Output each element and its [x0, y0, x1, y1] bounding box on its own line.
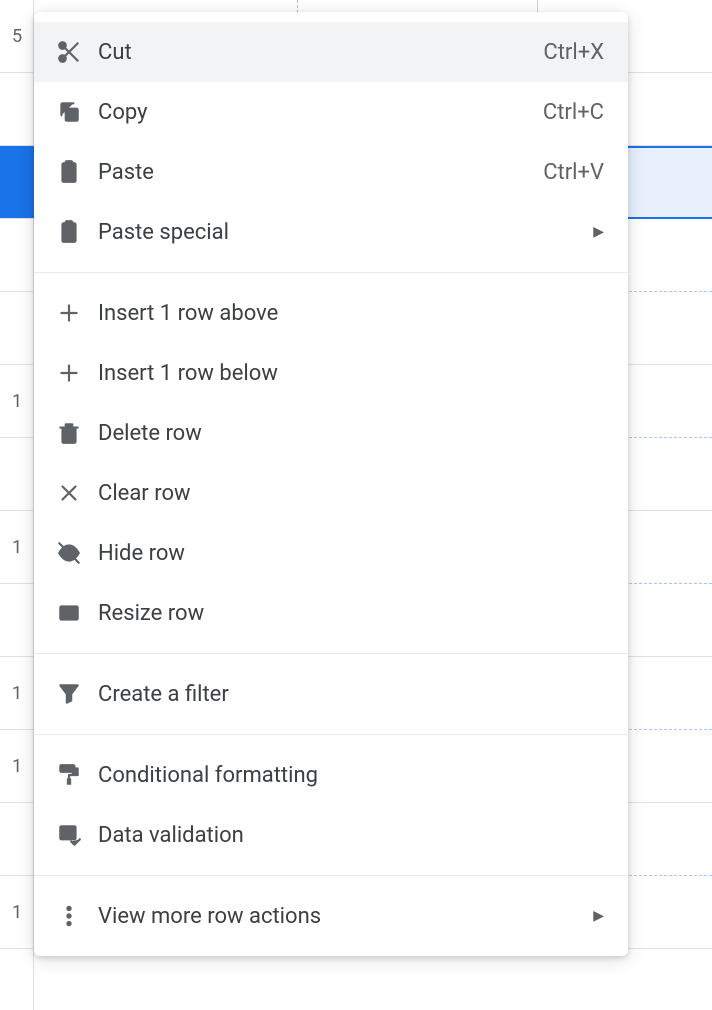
menu-item-label: Conditional formatting [98, 763, 604, 788]
menu-separator [34, 875, 628, 876]
row-header[interactable] [0, 219, 34, 292]
menu-item-clear-row[interactable]: Clear row [34, 463, 628, 523]
menu-item-conditional-formatting[interactable]: Conditional formatting [34, 745, 628, 805]
row-header[interactable]: 1 [0, 511, 34, 584]
menu-item-label: Data validation [98, 823, 604, 848]
menu-item-shortcut: Ctrl+V [543, 160, 604, 185]
menu-separator [34, 734, 628, 735]
row-header-column: 511111 [0, 0, 34, 1010]
filter-icon [56, 681, 98, 707]
menu-item-label: Insert 1 row above [98, 301, 604, 326]
menu-item-insert-above[interactable]: Insert 1 row above [34, 283, 628, 343]
submenu-arrow-icon: ▶ [593, 908, 604, 924]
close-icon [56, 480, 98, 506]
row-header[interactable]: 1 [0, 657, 34, 730]
paint-roller-icon [56, 762, 98, 788]
menu-separator [34, 272, 628, 273]
context-menu: CutCtrl+XCopyCtrl+CPasteCtrl+VPaste spec… [34, 12, 628, 956]
dots-vertical-icon [56, 903, 98, 929]
menu-separator [34, 653, 628, 654]
menu-item-label: Cut [98, 40, 543, 65]
menu-item-data-validation[interactable]: Data validation [34, 805, 628, 865]
eye-off-icon [56, 540, 98, 566]
menu-item-label: Resize row [98, 601, 604, 626]
menu-item-more-actions[interactable]: View more row actions ▶ [34, 886, 628, 946]
menu-item-copy[interactable]: CopyCtrl+C [34, 82, 628, 142]
clipboard-icon [56, 219, 98, 245]
menu-item-label: Insert 1 row below [98, 361, 604, 386]
row-header[interactable] [0, 146, 34, 219]
copy-icon [56, 99, 98, 125]
menu-item-label: Create a filter [98, 682, 604, 707]
menu-item-paste[interactable]: PasteCtrl+V [34, 142, 628, 202]
menu-item-paste-special[interactable]: Paste special ▶ [34, 202, 628, 262]
menu-item-label: View more row actions [98, 904, 585, 929]
row-header[interactable] [0, 292, 34, 365]
menu-item-cut[interactable]: CutCtrl+X [34, 22, 628, 82]
menu-item-label: Delete row [98, 421, 604, 446]
menu-item-label: Copy [98, 100, 543, 125]
row-header[interactable] [0, 803, 34, 876]
row-header[interactable]: 1 [0, 730, 34, 803]
menu-item-label: Clear row [98, 481, 604, 506]
row-header[interactable]: 1 [0, 876, 34, 949]
menu-item-create-filter[interactable]: Create a filter [34, 664, 628, 724]
row-header[interactable]: 1 [0, 365, 34, 438]
menu-item-delete-row[interactable]: Delete row [34, 403, 628, 463]
menu-item-shortcut: Ctrl+C [543, 100, 604, 125]
plus-icon [56, 300, 98, 326]
menu-item-label: Paste special [98, 220, 585, 245]
menu-item-shortcut: Ctrl+X [543, 40, 604, 65]
row-header[interactable] [0, 438, 34, 511]
row-header[interactable] [0, 73, 34, 146]
resize-icon [56, 600, 98, 626]
submenu-arrow-icon: ▶ [593, 224, 604, 240]
menu-item-insert-below[interactable]: Insert 1 row below [34, 343, 628, 403]
row-header[interactable]: 5 [0, 0, 34, 73]
menu-item-resize-row[interactable]: Resize row [34, 583, 628, 643]
scissors-icon [56, 39, 98, 65]
menu-item-label: Hide row [98, 541, 604, 566]
menu-item-hide-row[interactable]: Hide row [34, 523, 628, 583]
menu-item-label: Paste [98, 160, 543, 185]
row-header[interactable] [0, 584, 34, 657]
checklist-icon [56, 822, 98, 848]
clipboard-icon [56, 159, 98, 185]
plus-icon [56, 360, 98, 386]
trash-icon [56, 420, 98, 446]
